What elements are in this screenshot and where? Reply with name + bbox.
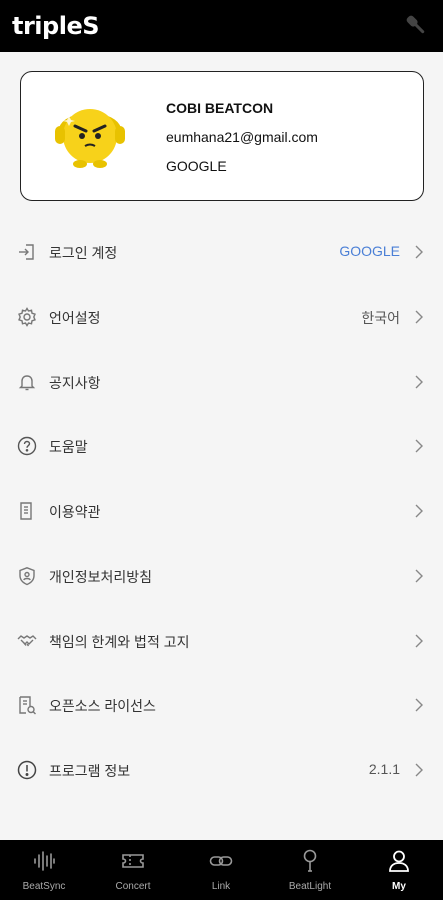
menu-label: 프로그램 정보 [49,763,131,779]
person-icon [389,850,409,872]
menu-label: 공지사항 [49,375,101,391]
info-icon [17,760,37,780]
chevron-right-icon [415,504,423,518]
menu-label: 언어설정 [49,310,101,326]
menu-item-terms[interactable]: 이용약관 [0,486,443,536]
handshake-icon [17,635,37,647]
chevron-right-icon [415,245,423,259]
lightstick-icon [303,849,317,872]
chevron-right-icon [415,634,423,648]
profile-email: eumhana21@gmail.com [166,129,318,145]
top-app-bar: tripleS [0,0,443,52]
chevron-right-icon [415,569,423,583]
profile-name: COBI BEATCON [166,100,274,116]
waveform-icon [34,851,55,871]
chevron-right-icon [415,439,423,453]
avatar [55,109,125,168]
menu-label: 도움말 [49,439,88,455]
nav-label: BeatSync [22,881,66,892]
nav-label: My [392,881,406,892]
shield-icon [19,567,35,586]
bottom-navigation: BeatSync Concert Link BeatLight My [0,840,443,900]
bell-icon [18,375,36,391]
menu-item-language[interactable]: 언어설정 한국어 [0,292,443,342]
chevron-right-icon [415,375,423,389]
menu-item-notices[interactable]: 공지사항 [0,357,443,407]
help-icon [17,436,37,456]
chevron-right-icon [415,698,423,712]
nav-tab-beatsync[interactable]: BeatSync [0,840,88,900]
nav-tab-beatlight[interactable]: BeatLight [266,840,354,900]
license-icon [19,696,36,715]
nav-label: Concert [115,881,151,892]
chevron-right-icon [415,310,423,324]
menu-value: GOOGLE [339,243,400,259]
nav-tab-concert[interactable]: Concert [89,840,177,900]
menu-label: 오픈소스 라이선스 [49,698,156,714]
menu-item-program-info[interactable]: 프로그램 정보 2.1.1 [0,745,443,795]
menu-item-legal-notice[interactable]: 책임의 한계와 법적 고지 [0,616,443,666]
ticket-icon [122,854,144,868]
menu-label: 개인정보처리방침 [49,569,153,585]
nav-tab-link[interactable]: Link [177,840,265,900]
nav-tab-my[interactable]: My [355,840,443,900]
menu-value: 2.1.1 [368,761,400,777]
menu-item-help[interactable]: 도움말 [0,421,443,471]
lightstick-icon[interactable] [403,12,429,38]
profile-card[interactable]: COBI BEATCON eumhana21@gmail.com GOOGLE [20,71,424,201]
login-icon [19,244,34,260]
chevron-right-icon [415,763,423,777]
menu-label: 이용약관 [49,504,101,520]
menu-value: 한국어 [361,310,400,326]
link-icon [209,856,233,866]
document-icon [20,502,32,520]
menu-item-login-account[interactable]: 로그인 계정 GOOGLE [0,227,443,277]
gear-icon [18,307,36,327]
menu-label: 로그인 계정 [49,245,118,261]
nav-label: BeatLight [288,881,332,892]
profile-provider: GOOGLE [166,158,227,174]
menu-label: 책임의 한계와 법적 고지 [49,634,190,650]
app-logo: tripleS [12,12,100,40]
menu-item-privacy-policy[interactable]: 개인정보처리방침 [0,551,443,601]
nav-label: Link [211,881,231,892]
menu-item-open-source-license[interactable]: 오픈소스 라이선스 [0,680,443,730]
